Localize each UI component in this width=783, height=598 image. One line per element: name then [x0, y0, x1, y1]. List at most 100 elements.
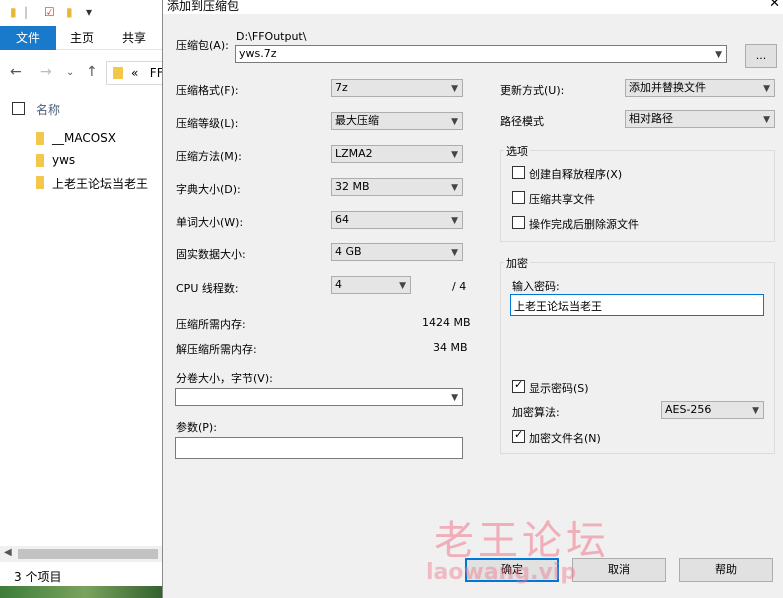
level-select[interactable]: 最大压缩 ▼ [331, 112, 463, 130]
encrypt-names-checkbox[interactable] [512, 428, 525, 443]
address-chevrons: « [131, 66, 139, 80]
chevron-down-icon[interactable]: ▼ [451, 390, 458, 405]
show-password-checkbox[interactable] [512, 378, 525, 393]
level-value: 最大压缩 [335, 114, 379, 127]
method-select[interactable]: LZMA2 ▼ [331, 145, 463, 163]
chevron-down-icon[interactable]: ▼ [715, 47, 722, 62]
recent-locations-icon[interactable]: ⌄ [66, 67, 74, 78]
column-header: 名称 [0, 98, 170, 120]
file-list: __MACOSX yws 上老王论坛当老王 [0, 128, 170, 194]
tab-home[interactable]: 主页 [70, 26, 94, 50]
chevron-down-icon: ▼ [763, 115, 770, 125]
delete-after-label[interactable]: 操作完成后删除源文件 [529, 216, 639, 232]
forward-arrow-icon[interactable]: → [40, 64, 52, 80]
parameters-input[interactable] [175, 437, 463, 459]
back-arrow-icon[interactable]: ← [10, 64, 22, 80]
password-input[interactable]: 上老王论坛当老王 [510, 294, 764, 316]
method-value: LZMA2 [335, 147, 373, 160]
file-name: 上老王论坛当老王 [52, 177, 149, 191]
sfx-label[interactable]: 创建自释放程序(X) [529, 166, 622, 182]
file-explorer-window: ▮ | ☑ ▮ ▾ 文件 主页 共享 ← → ⌄ ↑ « FF 名称 __MAC… [0, 0, 170, 598]
dialog-title: 添加到压缩包 [167, 0, 240, 13]
update-mode-label: 更新方式(U): [500, 84, 565, 97]
new-folder-icon[interactable]: ▮ [66, 5, 73, 19]
dictionary-size-select[interactable]: 32 MB ▼ [331, 178, 463, 196]
navigation-bar: ← → ⌄ ↑ « FF [0, 56, 170, 90]
ribbon: 文件 主页 共享 [0, 24, 170, 50]
chevron-down-icon: ▼ [752, 406, 759, 416]
shared-files-label[interactable]: 压缩共享文件 [529, 191, 595, 207]
folder-icon [36, 132, 44, 145]
encryption-method-select[interactable]: AES-256 ▼ [661, 401, 764, 419]
close-icon[interactable]: ✕ [769, 0, 780, 11]
sfx-checkbox[interactable] [512, 166, 525, 179]
method-label: 压缩方法(M): [176, 150, 242, 163]
format-select[interactable]: 7z ▼ [331, 79, 463, 97]
help-button[interactable]: 帮助 [679, 558, 773, 582]
list-item[interactable]: 上老王论坛当老王 [0, 172, 170, 194]
file-name: __MACOSX [52, 131, 117, 145]
delete-after-checkbox[interactable] [512, 216, 525, 229]
solid-block-size-value: 4 GB [335, 245, 362, 258]
cpu-threads-label: CPU 线程数: [176, 282, 239, 295]
encryption-method-label: 加密算法: [512, 406, 560, 419]
properties-icon[interactable]: ☑ [44, 5, 55, 19]
solid-block-size-select[interactable]: 4 GB ▼ [331, 243, 463, 261]
format-label: 压缩格式(F): [176, 84, 239, 97]
chevron-down-icon: ▼ [399, 281, 406, 291]
word-size-value: 64 [335, 213, 349, 226]
up-arrow-icon[interactable]: ↑ [86, 64, 98, 80]
browse-button[interactable]: ... [745, 44, 777, 68]
archive-name-value: yws.7z [239, 47, 277, 60]
chevron-down-icon: ▼ [451, 183, 458, 193]
chevron-down-icon: ▼ [451, 84, 458, 94]
update-mode-select[interactable]: 添加并替换文件 ▼ [625, 79, 775, 97]
status-bar: 3 个项目 [0, 564, 170, 586]
folder-icon[interactable]: ▮ [10, 5, 17, 19]
volume-size-combo[interactable]: ▼ [175, 388, 463, 406]
chevron-down-icon: ▼ [763, 84, 770, 94]
tab-file[interactable]: 文件 [0, 26, 56, 50]
folder-icon [113, 67, 123, 79]
encryption-method-value: AES-256 [665, 403, 712, 416]
word-size-select[interactable]: 64 ▼ [331, 211, 463, 229]
folder-icon [36, 154, 44, 167]
parameters-label: 参数(P): [176, 421, 217, 434]
path-mode-select[interactable]: 相对路径 ▼ [625, 110, 775, 128]
scroll-left-icon[interactable]: ◀ [4, 547, 12, 558]
dictionary-size-value: 32 MB [335, 180, 370, 193]
customize-toolbar-icon[interactable]: ▾ [86, 5, 92, 19]
shared-files-checkbox[interactable] [512, 191, 525, 204]
options-group-title: 选项 [504, 143, 530, 159]
dictionary-size-label: 字典大小(D): [176, 183, 241, 196]
folder-icon [36, 176, 44, 189]
address-bar[interactable]: « FF [106, 61, 170, 85]
chevron-down-icon: ▼ [451, 216, 458, 226]
select-all-checkbox[interactable] [12, 102, 25, 115]
cpu-threads-total: / 4 [452, 280, 467, 293]
dialog-titlebar: 添加到压缩包 ✕ [163, 0, 783, 14]
list-item[interactable]: __MACOSX [0, 128, 170, 150]
chevron-down-icon: ▼ [451, 150, 458, 160]
compress-memory-value: 1424 MB [422, 316, 471, 329]
solid-block-size-label: 固实数据大小: [176, 248, 246, 261]
decompress-memory-label: 解压缩所需内存: [176, 343, 257, 356]
volume-size-label: 分卷大小，字节(V): [176, 372, 273, 385]
level-label: 压缩等级(L): [176, 117, 239, 130]
scrollbar-thumb[interactable] [18, 549, 158, 559]
cpu-threads-select[interactable]: 4 ▼ [331, 276, 411, 294]
tab-share[interactable]: 共享 [122, 26, 146, 50]
desktop-wallpaper [0, 586, 170, 598]
encrypt-names-label[interactable]: 加密文件名(N) [529, 430, 601, 446]
compress-memory-label: 压缩所需内存: [176, 318, 246, 331]
list-item[interactable]: yws [0, 150, 170, 172]
decompress-memory-value: 34 MB [433, 341, 468, 354]
archive-directory: D:\FFOutput\ [236, 30, 307, 43]
show-password-label[interactable]: 显示密码(S) [529, 380, 589, 396]
archive-name-combo[interactable]: yws.7z ▼ [235, 45, 727, 63]
word-size-label: 单词大小(W): [176, 216, 244, 229]
column-name-header[interactable]: 名称 [36, 101, 60, 118]
password-value: 上老王论坛当老王 [514, 300, 602, 313]
format-value: 7z [335, 81, 348, 94]
horizontal-scrollbar[interactable]: ◀ [0, 546, 170, 562]
